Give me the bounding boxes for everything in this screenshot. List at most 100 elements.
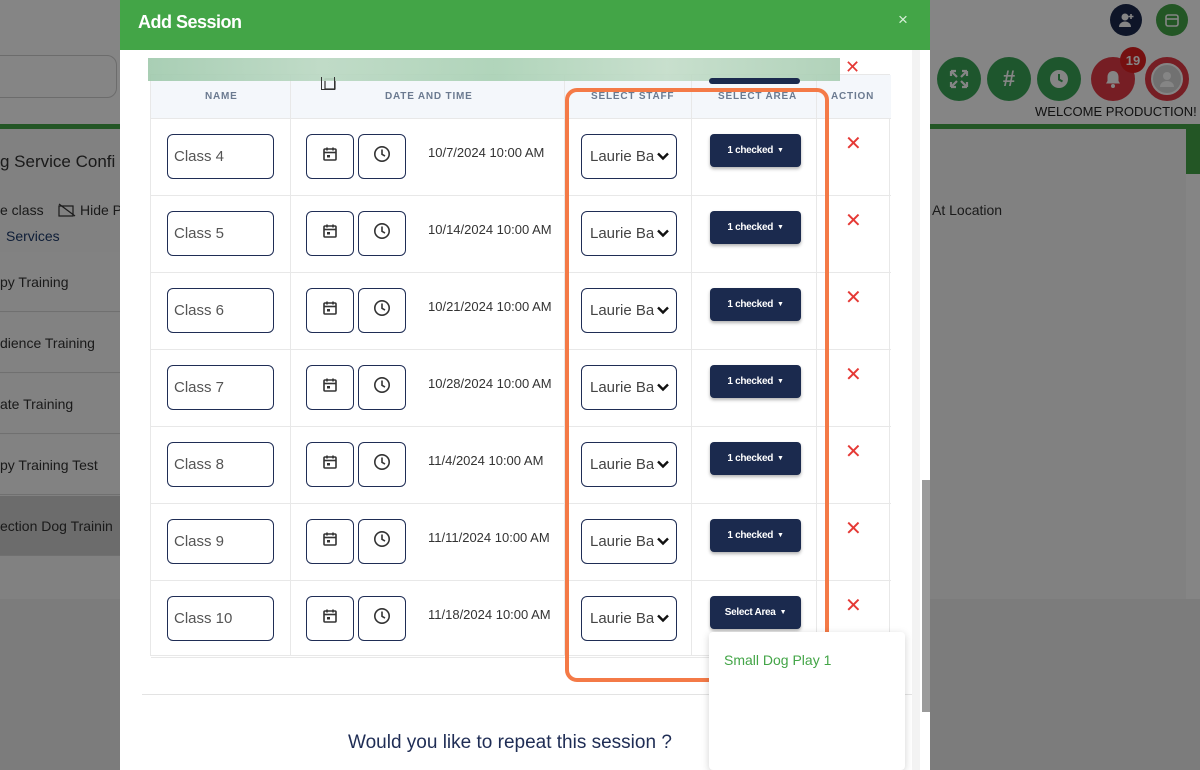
staff-select[interactable]: Laurie Ba xyxy=(581,442,677,487)
time-picker-button[interactable] xyxy=(358,211,406,256)
area-dropdown-menu: Small Dog Play 1 xyxy=(709,632,905,770)
time-picker-button[interactable] xyxy=(358,134,406,179)
area-select-label: 1 checked xyxy=(727,145,774,156)
chevron-down-icon xyxy=(656,303,670,321)
area-option[interactable]: Small Dog Play 1 xyxy=(724,652,831,668)
staff-select[interactable]: Laurie Ba xyxy=(581,134,677,179)
column-header-area: SELECT AREA xyxy=(718,91,797,102)
time-picker-button[interactable] xyxy=(358,519,406,564)
date-picker-button[interactable] xyxy=(306,442,354,487)
scrollbar-track[interactable] xyxy=(912,50,920,770)
staff-select-value: Laurie Ba xyxy=(590,379,654,396)
date-picker-button[interactable] xyxy=(306,519,354,564)
calendar-icon xyxy=(322,608,338,629)
sessions-table: NAME DATE AND TIME SELECT STAFF SELECT A… xyxy=(150,74,891,658)
clock-icon xyxy=(373,607,391,630)
session-datetime: 10/14/2024 10:00 AM xyxy=(428,222,552,237)
date-picker-button[interactable] xyxy=(306,596,354,641)
caret-down-icon: ▼ xyxy=(777,147,784,154)
column-header-name: NAME xyxy=(205,91,238,102)
calendar-icon xyxy=(322,454,338,475)
session-name-input[interactable]: Class 9 xyxy=(167,519,274,564)
date-picker-button[interactable] xyxy=(306,365,354,410)
area-select-button[interactable]: Select Area ▼ xyxy=(710,596,801,629)
caret-down-icon: ▼ xyxy=(777,378,784,385)
session-datetime: 11/4/2024 10:00 AM xyxy=(428,453,544,468)
area-select-button[interactable]: 1 checked ▼ xyxy=(710,442,801,475)
session-name-input[interactable]: Class 10 xyxy=(167,596,274,641)
delete-icon[interactable]: ✕ xyxy=(845,208,862,233)
area-select-label: 1 checked xyxy=(727,222,774,233)
area-select-label: 1 checked xyxy=(727,530,774,541)
clock-icon xyxy=(373,453,391,476)
clock-icon xyxy=(373,376,391,399)
staff-select[interactable]: Laurie Ba xyxy=(581,365,677,410)
area-select-button[interactable]: 1 checked ▼ xyxy=(710,365,801,398)
caret-down-icon: ▼ xyxy=(777,224,784,231)
column-header-staff: SELECT STAFF xyxy=(591,91,675,102)
repeat-session-question: Would you like to repeat this session ? xyxy=(348,732,672,753)
caret-down-icon: ▼ xyxy=(777,455,784,462)
date-picker-button[interactable] xyxy=(306,211,354,256)
area-select-label: 1 checked xyxy=(727,299,774,310)
staff-select-value: Laurie Ba xyxy=(590,302,654,319)
table-row: Class 6 10/21/2024 10:00 AM Laurie Ba 1 che… xyxy=(151,273,891,350)
area-select-button[interactable]: 1 checked ▼ xyxy=(710,288,801,321)
area-select-label: Select Area xyxy=(724,607,776,618)
delete-icon[interactable]: ✕ xyxy=(845,516,862,541)
chevron-down-icon xyxy=(656,534,670,552)
session-name-input[interactable]: Class 4 xyxy=(167,134,274,179)
column-header-date-time: DATE AND TIME xyxy=(385,91,473,102)
chevron-down-icon xyxy=(656,457,670,475)
session-datetime: 11/18/2024 10:00 AM xyxy=(428,607,551,622)
date-picker-button[interactable] xyxy=(306,288,354,333)
time-picker-button[interactable] xyxy=(358,365,406,410)
session-datetime: 11/11/2024 10:00 AM xyxy=(428,530,550,545)
date-picker-button[interactable] xyxy=(306,134,354,179)
modal-header: Add Session × xyxy=(120,0,930,50)
time-picker-button[interactable] xyxy=(358,596,406,641)
delete-icon[interactable]: ✕ xyxy=(845,362,862,387)
delete-icon[interactable]: ✕ xyxy=(845,285,862,310)
table-row: Class 8 11/4/2024 10:00 AM Laurie Ba 1 chec… xyxy=(151,427,891,504)
session-name-input[interactable]: Class 6 xyxy=(167,288,274,333)
area-select-label: 1 checked xyxy=(727,376,774,387)
delete-icon[interactable]: ✕ xyxy=(845,131,862,156)
caret-down-icon: ▼ xyxy=(777,532,784,539)
session-datetime: 10/7/2024 10:00 AM xyxy=(428,145,545,160)
delete-icon[interactable]: ✕ xyxy=(845,439,862,464)
time-picker-button[interactable] xyxy=(358,442,406,487)
time-picker-button[interactable] xyxy=(358,288,406,333)
session-name-input[interactable]: Class 7 xyxy=(167,365,274,410)
delete-icon[interactable]: ✕ xyxy=(845,57,860,78)
area-select-button[interactable]: 1 checked ▼ xyxy=(710,134,801,167)
area-select-label: 1 checked xyxy=(727,453,774,464)
calendar-icon xyxy=(322,300,338,321)
area-select-button[interactable]: 1 checked ▼ xyxy=(710,211,801,244)
staff-select[interactable]: Laurie Ba xyxy=(581,211,677,256)
modal-title: Add Session xyxy=(138,12,242,32)
clock-icon xyxy=(373,145,391,168)
staff-select-value: Laurie Ba xyxy=(590,610,654,627)
session-datetime: 10/28/2024 10:00 AM xyxy=(428,376,552,391)
scrollbar-thumb[interactable] xyxy=(922,480,930,712)
clock-icon xyxy=(373,222,391,245)
table-row: Class 5 10/14/2024 10:00 AM Laurie Ba 1 che… xyxy=(151,196,891,273)
close-icon[interactable]: × xyxy=(898,10,908,30)
delete-icon[interactable]: ✕ xyxy=(845,593,862,618)
calendar-icon-partial xyxy=(321,77,335,90)
session-name-input[interactable]: Class 5 xyxy=(167,211,274,256)
staff-select-value: Laurie Ba xyxy=(590,148,654,165)
calendar-icon xyxy=(322,146,338,167)
area-select-button[interactable]: 1 checked ▼ xyxy=(710,519,801,552)
staff-select-value: Laurie Ba xyxy=(590,533,654,550)
staff-select[interactable]: Laurie Ba xyxy=(581,519,677,564)
caret-down-icon: ▼ xyxy=(779,609,787,616)
session-name-input[interactable]: Class 8 xyxy=(167,442,274,487)
clock-icon xyxy=(373,299,391,322)
calendar-icon xyxy=(322,377,338,398)
staff-select[interactable]: Laurie Ba xyxy=(581,288,677,333)
table-row: Class 9 11/11/2024 10:00 AM Laurie Ba 1 che… xyxy=(151,504,891,581)
chevron-down-icon xyxy=(656,226,670,244)
staff-select[interactable]: Laurie Ba xyxy=(581,596,677,641)
